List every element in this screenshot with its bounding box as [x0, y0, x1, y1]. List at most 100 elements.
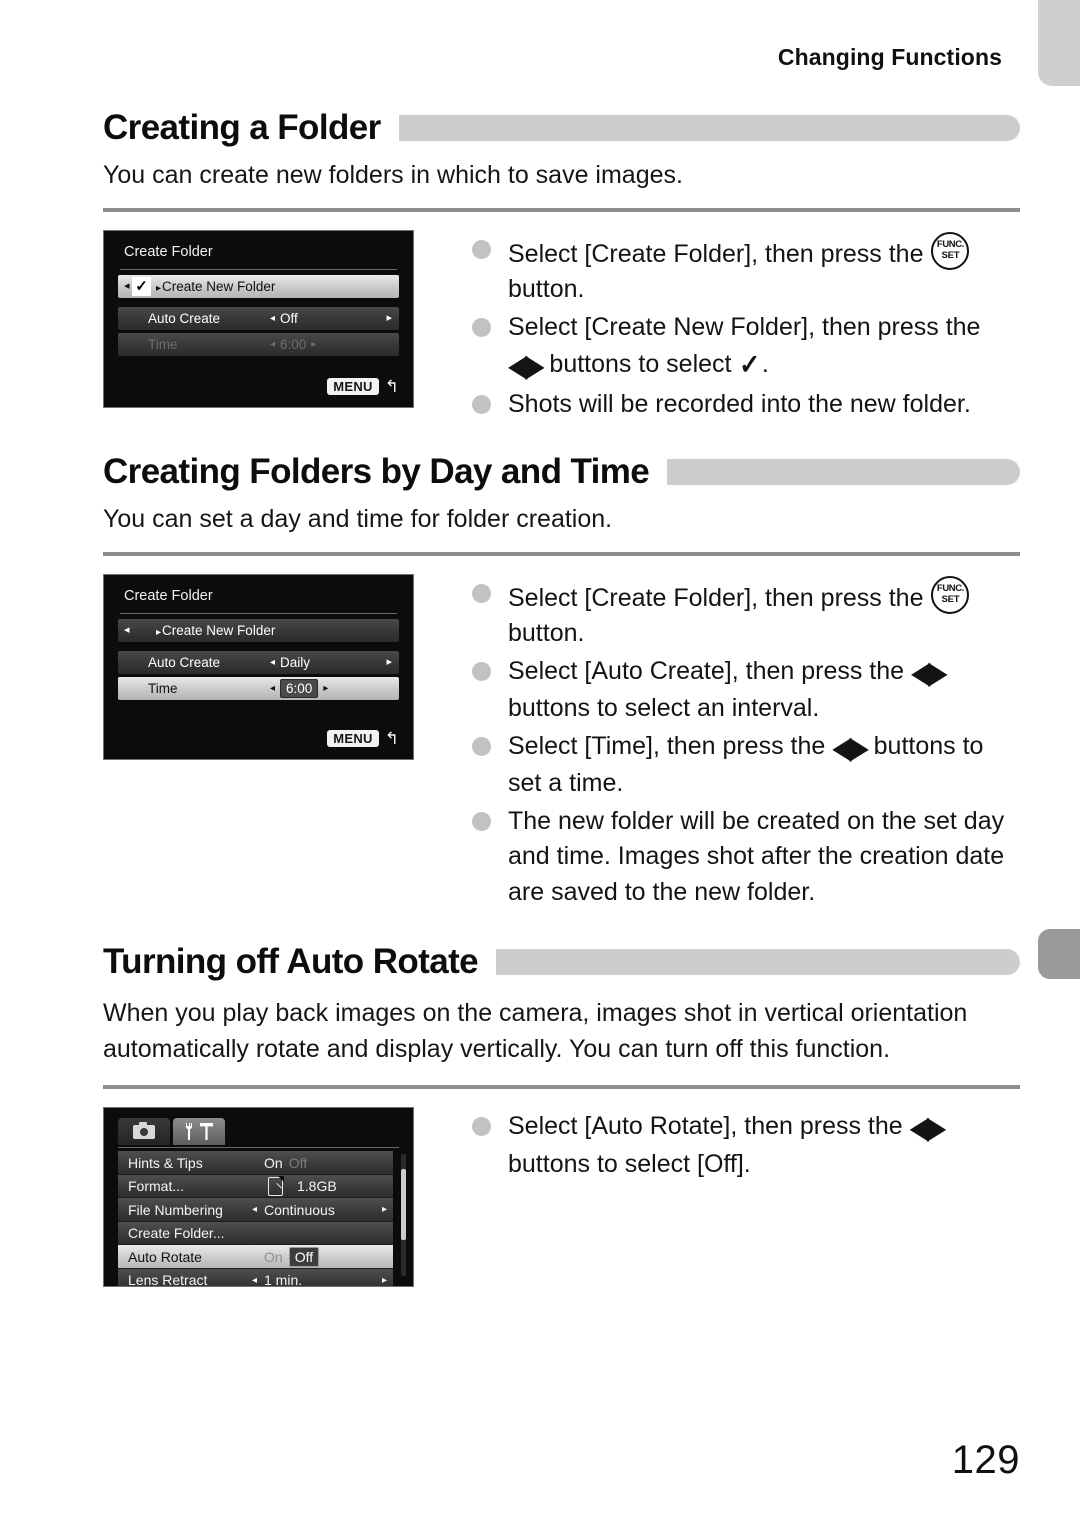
tab-camera[interactable] [118, 1118, 170, 1146]
settings-value-on: On [264, 1154, 283, 1171]
lcd-row-label: Auto Create [148, 310, 221, 326]
settings-value-off: Off [288, 1154, 308, 1171]
left-caret-icon: ◂ [270, 312, 276, 324]
right-caret-icon: ▸ [381, 1274, 387, 1286]
lcd-scrollbar-thumb[interactable] [401, 1168, 406, 1240]
lcd-title: Create Folder [124, 243, 213, 260]
step-text-pre: Select [Time], then press the [508, 731, 833, 760]
left-caret-icon: ◂ [270, 682, 276, 694]
lcd-row-label: Time [148, 680, 178, 696]
lcd-title-divider [120, 612, 397, 614]
lcd-row-value: Off [280, 310, 298, 326]
settings-value-on: On [264, 1248, 283, 1265]
right-caret-icon: ▸ [323, 682, 329, 694]
settings-row-value: 1 min. [264, 1272, 303, 1288]
left-right-arrows-icon: ◀▶ [909, 1110, 946, 1146]
tab-settings[interactable] [173, 1118, 225, 1146]
lcd-row-time[interactable]: Time ◂ 6:00 ▸ [118, 676, 399, 700]
menu-chip: MENU [327, 377, 379, 395]
page-number: 129 [951, 1438, 1020, 1482]
step-item: Select [Auto Rotate], then press the ◀▶ … [472, 1109, 1020, 1182]
wrench-hammer-icon [185, 1123, 213, 1141]
settings-row-label: Lens Retract [128, 1272, 208, 1288]
bullet-icon [472, 239, 491, 259]
menu-button-hint: MENU ↰ [327, 728, 399, 748]
step-text: Shots will be recorded into the new fold… [508, 389, 971, 418]
settings-row-format[interactable]: Format... 1.8GB [118, 1174, 393, 1199]
bullet-icon [472, 811, 491, 831]
bullet-icon [472, 736, 491, 756]
settings-row-file-numbering[interactable]: File Numbering ◂ Continuous ▸ [118, 1198, 393, 1222]
section-heading: Creating Folders by Day and Time [103, 452, 1020, 492]
lcd-row-create-new-folder[interactable]: ◂ ▸Create New Folder [118, 618, 399, 642]
page-title: Creating a Folder [103, 108, 381, 147]
lcd-row-label: Create New Folder [162, 278, 276, 294]
camera-screen-settings-menu: Hints & Tips On Off Format... 1.8GB File… [103, 1107, 414, 1288]
right-caret-icon: ▸ [386, 311, 392, 324]
checkmark-icon: ✓ [739, 349, 761, 380]
step-text-pre: Select [Auto Rotate], then press the [508, 1112, 910, 1141]
right-caret-icon: ▸ [386, 655, 392, 668]
step-text-post: buttons to select an interval. [508, 694, 820, 723]
settings-row-lens-retract[interactable]: Lens Retract ◂ 1 min. ▸ [118, 1268, 393, 1288]
left-caret-icon: ◂ [270, 338, 276, 350]
steps-column: Select [Auto Rotate], then press the ◀▶ … [416, 1107, 1020, 1184]
section-divider [103, 207, 1020, 212]
heading-bar [667, 459, 1020, 486]
settings-row-hints-tips[interactable]: Hints & Tips On Off [118, 1151, 393, 1175]
bullet-icon [472, 583, 491, 603]
camera-icon [133, 1121, 155, 1139]
section-body: Create Folder ◂ ✓ ▸Create New Folder Aut… [103, 229, 1020, 425]
page-title: Turning off Auto Rotate [103, 942, 479, 982]
section-creating-a-folder: Creating a Folder You can create new fol… [103, 108, 1020, 424]
bullet-icon [472, 394, 491, 414]
section-intro: When you play back images on the camera,… [103, 999, 968, 1063]
section-intro: You can set a day and time for folder cr… [103, 505, 613, 534]
heading-bar [398, 115, 1020, 141]
settings-value-off: Off [288, 1246, 320, 1267]
back-arrow-icon: ↰ [384, 728, 399, 748]
step-text-post2: . [761, 350, 769, 378]
settings-row-list: Hints & Tips On Off Format... 1.8GB File… [118, 1151, 393, 1287]
lcd-row-value: 6:00 [280, 678, 319, 698]
settings-row-auto-rotate[interactable]: Auto Rotate On Off [118, 1245, 393, 1269]
left-caret-icon: ◂ [124, 623, 130, 636]
lcd-row-list: ◂ ✓ ▸Create New Folder Auto Create ◂ Off [118, 274, 399, 359]
section-creating-folders-by-day-and-time: Creating Folders by Day and Time You can… [103, 452, 1020, 912]
page-edge-tab-chapter [1038, 929, 1080, 979]
bullet-icon [472, 661, 491, 681]
lcd-row-auto-create[interactable]: Auto Create ◂ Off ▸ [118, 306, 399, 330]
step-text-pre: Select [Create Folder], then press the [508, 239, 931, 268]
lcd-title-divider [120, 268, 397, 270]
step-text-pre: Select [Create New Folder], then press t… [508, 312, 981, 341]
left-caret-icon: ◂ [252, 1274, 258, 1286]
lcd-row-time: Time ◂ 6:00 ▸ [118, 332, 399, 356]
menu-chip: MENU [327, 729, 379, 747]
step-text-pre: Select [Auto Create], then press the [508, 656, 912, 685]
section-divider [103, 1085, 1020, 1090]
step-item: Select [Auto Create], then press the ◀▶ … [472, 654, 1020, 727]
step-item: Shots will be recorded into the new fold… [472, 387, 1020, 423]
back-arrow-icon: ↰ [384, 376, 399, 396]
settings-row-value: 1.8GB [297, 1178, 337, 1194]
step-text-post: button. [508, 619, 585, 648]
lcd-scrollbar[interactable] [401, 1154, 406, 1277]
page-edge-tab-top [1038, 0, 1080, 86]
settings-row-label: Format... [128, 1178, 185, 1194]
settings-row-create-folder[interactable]: Create Folder... [118, 1221, 393, 1246]
checkbox-icon[interactable]: ✓ [132, 276, 151, 296]
step-text-post: buttons to select [542, 350, 739, 378]
screen-column: Create Folder ◂ ✓ ▸Create New Folder Aut… [103, 229, 416, 408]
page-title: Creating Folders by Day and Time [103, 452, 650, 492]
settings-row-label: Create Folder... [128, 1225, 225, 1241]
section-body: Create Folder ◂ ▸Create New Folder Auto … [103, 573, 1020, 913]
lcd-row-label: Time [148, 336, 178, 352]
func-label: FUNC. [936, 582, 964, 594]
lcd-title: Create Folder [124, 587, 213, 604]
lcd-row-create-new-folder[interactable]: ◂ ✓ ▸Create New Folder [118, 274, 399, 298]
wrench-icon [185, 1123, 192, 1141]
lcd-row-auto-create[interactable]: Auto Create ◂ Daily ▸ [118, 650, 399, 674]
section-body: Hints & Tips On Off Format... 1.8GB File… [103, 1107, 1020, 1288]
settings-row-label: Auto Rotate [128, 1248, 202, 1265]
heading-bar [496, 949, 1020, 976]
